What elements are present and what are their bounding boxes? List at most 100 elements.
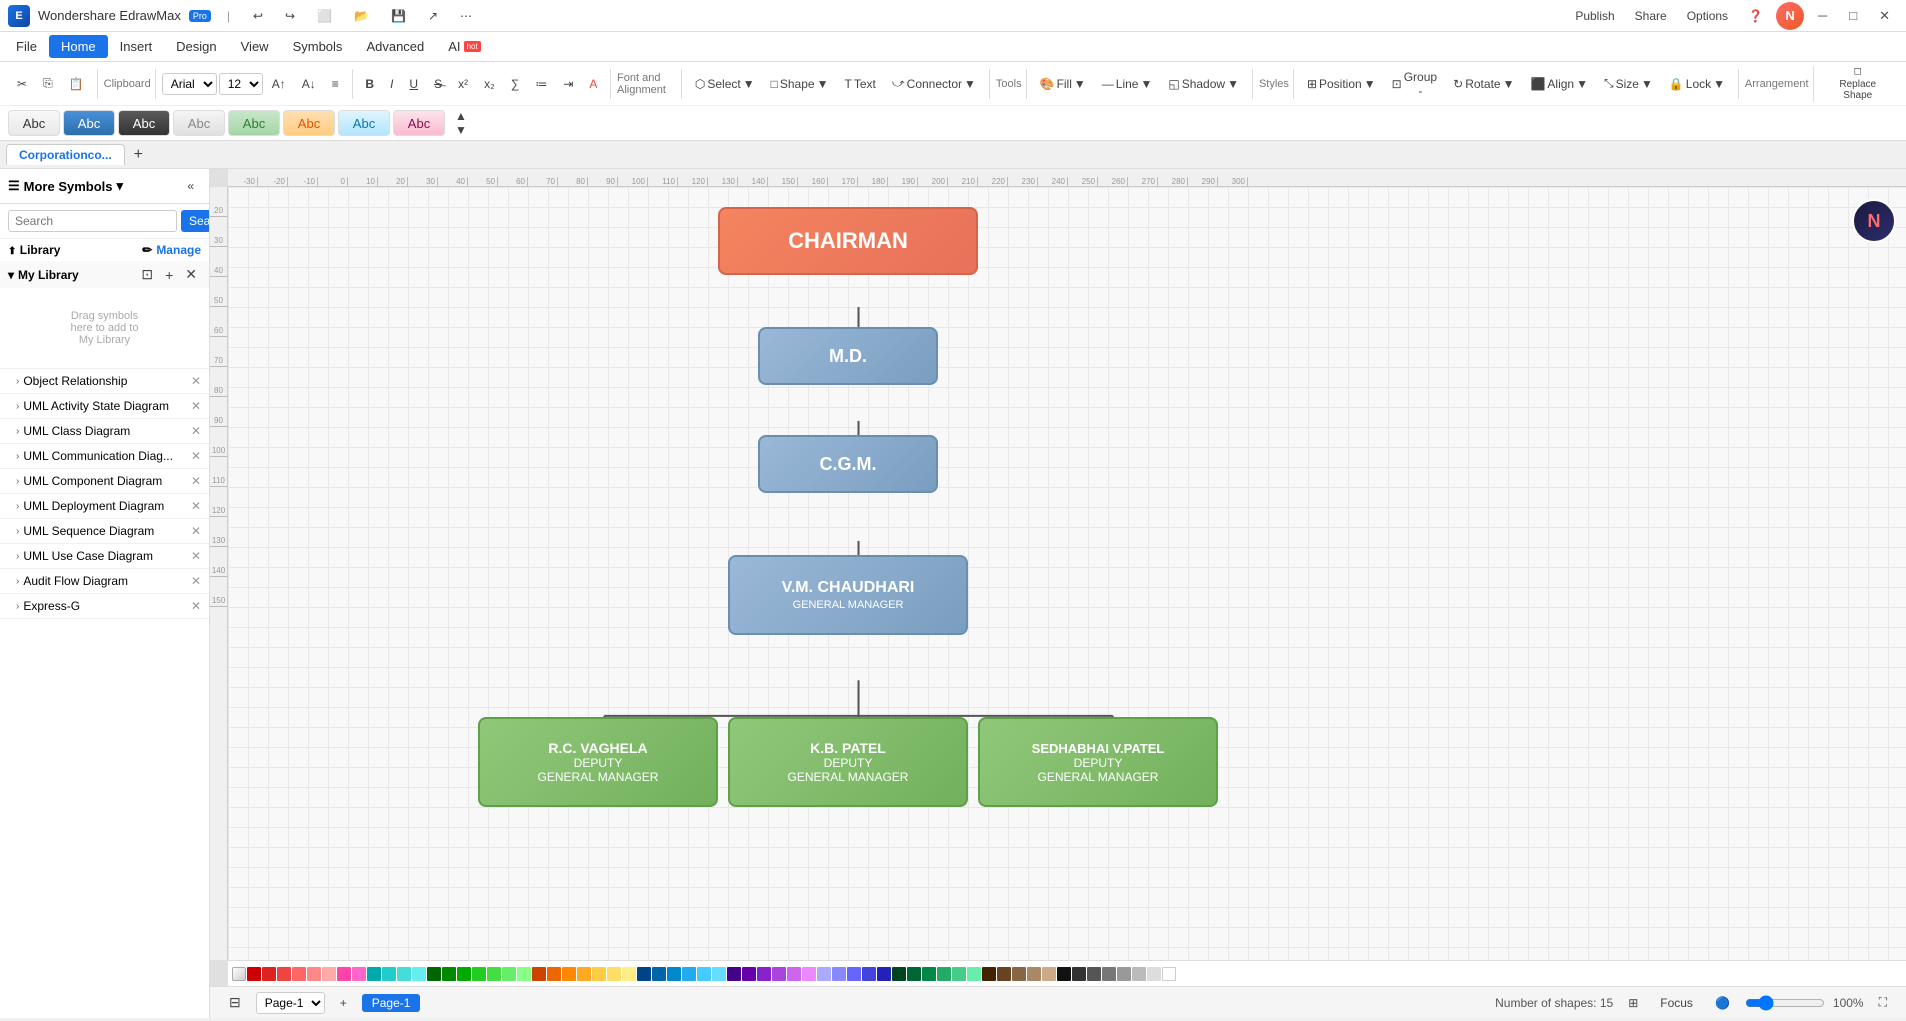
menu-ai[interactable]: AI hot [436,35,492,58]
menu-design[interactable]: Design [164,35,228,58]
color-swatch[interactable] [547,967,561,981]
font-size-select[interactable]: 12 [219,73,263,95]
color-swatch[interactable] [787,967,801,981]
color-swatch[interactable] [517,967,531,981]
color-swatch[interactable] [1102,967,1116,981]
color-swatch[interactable] [307,967,321,981]
font-increase-btn[interactable]: A↑ [265,73,293,95]
align-btn[interactable]: ≡ [325,73,346,95]
sidebar-item-uml-communication[interactable]: › UML Communication Diag... ✕ [0,444,209,469]
sidebar-item-uml-sequence[interactable]: › UML Sequence Diagram ✕ [0,519,209,544]
shadow-btn[interactable]: ◱ Shadow ▼ [1161,73,1246,95]
undo-btn[interactable]: ↩ [246,5,270,27]
connector-btn[interactable]: ⤻ Connector ▼ [885,72,983,95]
sidebar-scroll[interactable]: › Object Relationship ✕ › UML Activity S… [0,369,209,1018]
group-btn[interactable]: ⊡ Group - [1385,66,1445,102]
sidebar-item-object-relationship[interactable]: › Object Relationship ✕ [0,369,209,394]
menu-view[interactable]: View [229,35,281,58]
align-arr-btn[interactable]: ⬛ Align ▼ [1523,73,1595,95]
color-swatch[interactable] [667,967,681,981]
lock-btn[interactable]: 🔒 Lock ▼ [1662,73,1732,95]
underline-btn[interactable]: U [402,73,425,95]
color-swatch[interactable] [937,967,951,981]
color-swatch[interactable] [592,967,606,981]
style-5[interactable]: Abc [228,110,280,136]
search-input[interactable] [8,210,177,232]
color-swatch[interactable] [1162,967,1176,981]
manage-label[interactable]: Manage [156,243,201,257]
sed-shape[interactable]: SEDHABHAI V.PATEL DEPUTY GENERAL MANAGER [978,717,1218,807]
color-swatch[interactable] [472,967,486,981]
color-swatch[interactable] [1132,967,1146,981]
color-swatch[interactable] [487,967,501,981]
publish-btn[interactable]: Publish [1568,5,1621,27]
remove-icon[interactable]: ✕ [191,499,201,513]
zoom-out-btn[interactable]: 🔵 [1708,992,1737,1014]
options-btn[interactable]: Options [1680,5,1735,27]
color-swatch[interactable] [322,967,336,981]
color-swatch[interactable] [577,967,591,981]
styles-expand-btn[interactable]: ▲▼ [448,105,474,141]
export-btn[interactable]: ↗ [421,5,445,27]
close-btn[interactable]: ✕ [1871,6,1898,26]
color-swatch[interactable] [262,967,276,981]
help-btn[interactable]: ❓ [1741,5,1770,27]
color-swatch[interactable] [652,967,666,981]
collapse-sidebar-btn[interactable]: « [180,175,201,197]
color-swatch[interactable] [532,967,546,981]
color-swatch[interactable] [1012,967,1026,981]
cut-btn[interactable]: ✂ [10,73,34,95]
sidebar-item-uml-deployment[interactable]: › UML Deployment Diagram ✕ [0,494,209,519]
remove-icon[interactable]: ✕ [191,424,201,438]
fullscreen-btn[interactable]: ⛶ [1872,991,1894,1014]
tab-corporation[interactable]: Corporationco... [6,144,125,165]
color-swatch[interactable] [277,967,291,981]
color-swatch[interactable] [832,967,846,981]
subscript-btn[interactable]: x₂ [477,73,502,95]
sidebar-item-express-g[interactable]: › Express-G ✕ [0,594,209,619]
color-swatch[interactable] [802,967,816,981]
font-family-select[interactable]: Arial [162,73,217,95]
color-swatch[interactable] [1117,967,1131,981]
color-swatch[interactable] [442,967,456,981]
color-swatch[interactable] [952,967,966,981]
color-swatch[interactable] [697,967,711,981]
cgm-shape[interactable]: C.G.M. [758,435,938,493]
color-swatch[interactable] [1057,967,1071,981]
indent-btn[interactable]: ⇥ [556,73,580,95]
remove-icon[interactable]: ✕ [191,549,201,563]
redo-btn[interactable]: ↪ [278,5,302,27]
style-6[interactable]: Abc [283,110,335,136]
color-swatch[interactable] [562,967,576,981]
color-swatch[interactable] [742,967,756,981]
color-swatch[interactable] [862,967,876,981]
color-swatch[interactable] [352,967,366,981]
open-btn[interactable]: 📂 [347,5,376,27]
bold-btn[interactable]: B [358,73,381,95]
color-swatch[interactable] [367,967,381,981]
color-swatch[interactable] [907,967,921,981]
color-swatch[interactable] [727,967,741,981]
add-page-btn[interactable]: + [333,992,354,1014]
color-swatch[interactable] [817,967,831,981]
text-btn[interactable]: T Text [837,73,882,95]
maximize-btn[interactable]: □ [1841,6,1865,25]
fit-btn[interactable]: ⊞ [1621,992,1645,1014]
no-color-swatch[interactable] [232,967,246,981]
menu-file[interactable]: File [4,35,49,58]
copy-btn[interactable]: ⎘ [36,72,60,95]
style-2[interactable]: Abc [63,110,115,136]
remove-icon[interactable]: ✕ [191,449,201,463]
menu-insert[interactable]: Insert [108,35,165,58]
color-swatch[interactable] [1147,967,1161,981]
my-library-new-btn[interactable]: + [161,265,177,284]
position-btn[interactable]: ⊞ Position ▼ [1300,73,1383,95]
canvas-inner[interactable]: CHAIRMAN M.D. C.G.M. V.M. CHAUDHARI GENE… [228,187,1906,960]
color-swatch[interactable] [622,967,636,981]
color-swatch[interactable] [1042,967,1056,981]
active-page-tab[interactable]: Page-1 [362,994,421,1012]
font-decrease-btn[interactable]: A↓ [295,73,323,95]
style-4[interactable]: Abc [173,110,225,136]
remove-icon[interactable]: ✕ [191,399,201,413]
replace-shape-btn[interactable]: ◻ Replace Shape [1820,62,1897,105]
